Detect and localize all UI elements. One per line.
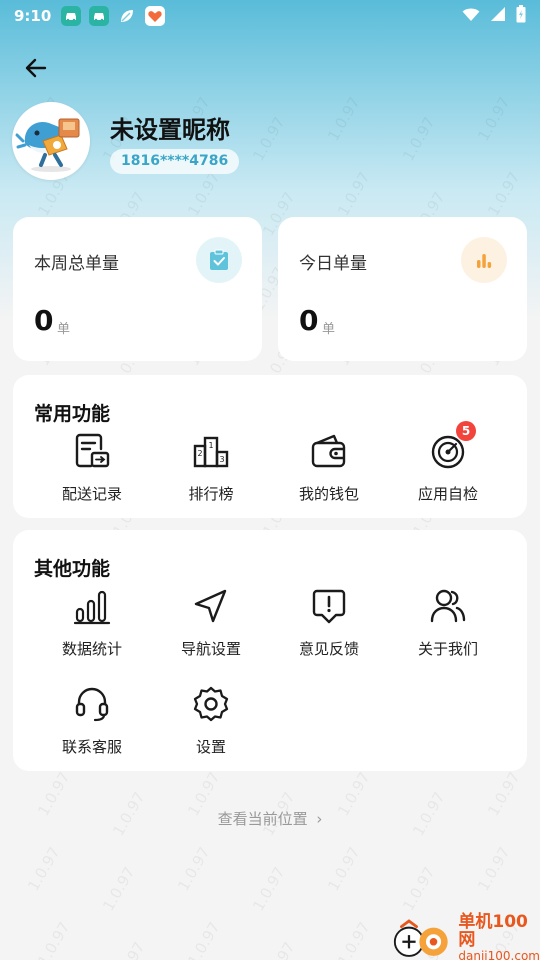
- feedback-label: 意见反馈: [298, 640, 359, 658]
- about-us-button[interactable]: 关于我们: [389, 586, 507, 664]
- delivery-record-label: 配送记录: [61, 485, 122, 503]
- feedback-button[interactable]: 意见反馈: [270, 586, 388, 664]
- watermark-text: 1.0.97: [249, 113, 289, 165]
- view-location-link[interactable]: 查看当前位置 ›: [0, 808, 540, 829]
- site-logo-name: 单机100网: [458, 911, 528, 950]
- settings-label: 设置: [195, 738, 226, 756]
- nickname[interactable]: 未设置昵称: [110, 110, 230, 145]
- today-orders-value: 0: [299, 304, 319, 337]
- delivery-record-button[interactable]: 配送记录: [33, 431, 151, 509]
- about-us-label: 关于我们: [417, 640, 478, 658]
- signal-icon: [490, 6, 506, 26]
- today-orders-unit: 单: [322, 322, 336, 337]
- svg-text:3: 3: [219, 455, 224, 464]
- leaf-icon: [117, 6, 137, 26]
- status-time: 9:10: [14, 7, 52, 25]
- customer-service-label: 联系客服: [61, 738, 122, 756]
- svg-text:1: 1: [208, 441, 213, 450]
- watermark-text: 1.0.97: [184, 168, 224, 220]
- my-wallet-button[interactable]: 我的钱包: [270, 431, 388, 509]
- battery-icon: [516, 5, 526, 27]
- status-bar: 9:10: [0, 0, 540, 32]
- self-check-icon: 5: [428, 421, 476, 471]
- navigation-settings-label: 导航设置: [180, 640, 241, 658]
- leaderboard-button[interactable]: 1 2 3 排行榜: [152, 431, 270, 509]
- svg-text:2: 2: [197, 449, 202, 458]
- customer-service-button[interactable]: 联系客服: [33, 684, 151, 762]
- watermark-text: 1.0.97: [259, 939, 298, 960]
- heart-icon: [145, 6, 166, 26]
- weekly-orders-card[interactable]: 本周总单量 0 单: [13, 217, 262, 361]
- car-icon: [61, 6, 82, 26]
- feedback-icon: [309, 586, 349, 626]
- app-self-check-label: 应用自检: [417, 485, 478, 503]
- watermark-text: 1.0.97: [249, 863, 289, 915]
- watermark-text: 1.0.97: [184, 918, 224, 960]
- site-logo-text: 单机100网 danji100.com: [458, 911, 540, 960]
- common-functions-card: 常用功能 配送记录 1 2 3 排行榜 我的钱包 5 应用自检: [13, 375, 527, 518]
- weekly-orders-label: 本周总单量: [34, 254, 119, 274]
- avatar[interactable]: [12, 102, 90, 180]
- today-orders-card[interactable]: 今日单量 0 单: [278, 217, 527, 361]
- weekly-orders-value: 0: [34, 304, 54, 337]
- watermark-text: 1.0.97: [334, 168, 374, 220]
- site-logo: 单机100网 danji100.com: [392, 911, 540, 960]
- view-location-label: 查看当前位置: [217, 810, 308, 828]
- bar-chart-icon: [461, 237, 507, 283]
- today-orders-label: 今日单量: [299, 254, 367, 274]
- headset-icon: [72, 684, 112, 724]
- watermark-text: 1.0.97: [474, 93, 514, 145]
- site-logo-domain: danji100.com: [458, 948, 540, 960]
- watermark-text: 1.0.97: [484, 168, 524, 220]
- delivery-record-icon: [72, 431, 112, 471]
- about-us-icon: [428, 586, 468, 626]
- clipboard-check-icon: [196, 237, 242, 283]
- watermark-text: 1.0.97: [399, 113, 439, 165]
- wallet-icon: [309, 431, 349, 471]
- my-wallet-label: 我的钱包: [298, 485, 359, 503]
- back-button[interactable]: [18, 50, 54, 86]
- leaderboard-label: 排行榜: [188, 485, 234, 503]
- site-logo-icon: [393, 919, 448, 957]
- navigation-icon: [191, 586, 231, 626]
- watermark-text: 1.0.97: [324, 843, 364, 895]
- wifi-icon: [462, 7, 480, 26]
- watermark-text: 1.0.97: [474, 843, 514, 895]
- chevron-right-icon: ›: [316, 810, 323, 828]
- app-self-check-button[interactable]: 5 应用自检: [389, 421, 507, 509]
- watermark-text: 1.0.97: [174, 843, 214, 895]
- podium-icon: 1 2 3: [191, 431, 231, 471]
- common-functions-title: 常用功能: [34, 403, 111, 425]
- watermark-text: 1.0.97: [324, 93, 364, 145]
- other-functions-title: 其他功能: [34, 558, 111, 580]
- watermark-text: 1.0.97: [24, 843, 64, 895]
- status-app-icons: [61, 6, 166, 26]
- car-icon: [89, 6, 110, 26]
- watermark-text: 1.0.97: [399, 863, 439, 915]
- watermark-text: 1.0.97: [99, 863, 139, 915]
- arrow-left-icon: [25, 58, 47, 78]
- settings-button[interactable]: 设置: [152, 684, 270, 762]
- watermark-text: 1.0.97: [34, 918, 74, 960]
- gear-icon: [191, 684, 231, 724]
- data-statistics-button[interactable]: 数据统计: [33, 586, 151, 664]
- watermark-text: 1.0.97: [334, 918, 374, 960]
- phone-number-badge: 1816****4786: [110, 149, 240, 174]
- weekly-orders-unit: 单: [57, 322, 71, 337]
- courier-mascot-icon: [15, 118, 80, 172]
- status-indicators: [462, 5, 526, 27]
- profile-page: 1.0.97 1.0.97 1.0.97 1.0.97 1.0.97 1.0.97 1.0.…: [0, 0, 540, 960]
- notification-badge: 5: [456, 421, 476, 441]
- other-functions-card: 其他功能 数据统计 导航设置 意见反馈 关于我们 联系客服 设置: [13, 530, 527, 771]
- navigation-settings-button[interactable]: 导航设置: [152, 586, 270, 664]
- data-statistics-label: 数据统计: [61, 640, 122, 658]
- statistics-icon: [72, 586, 112, 626]
- watermark-text: 1.0.97: [109, 939, 148, 960]
